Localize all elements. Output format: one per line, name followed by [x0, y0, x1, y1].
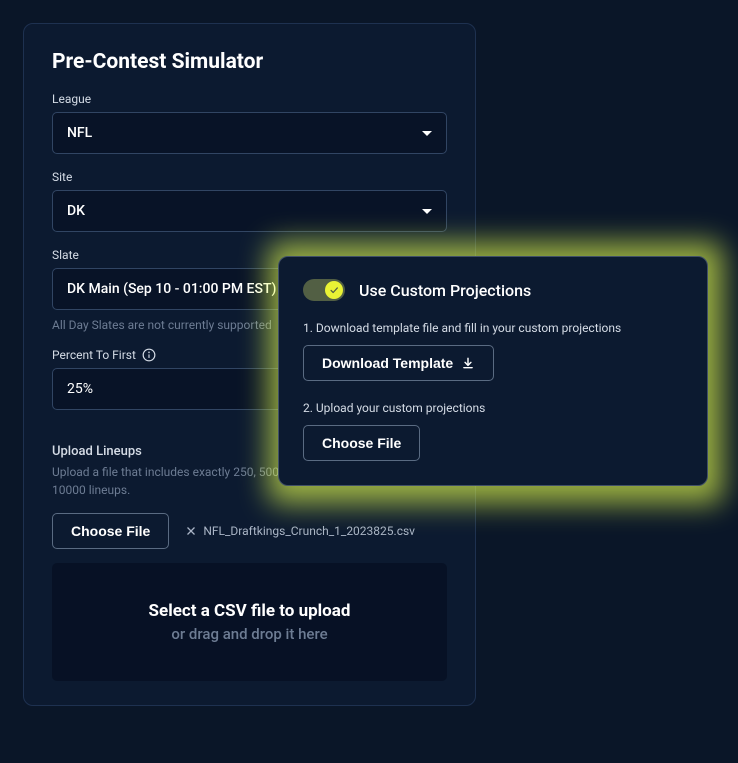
chevron-down-icon: [422, 209, 432, 214]
dropzone-primary-text: Select a CSV file to upload: [149, 601, 351, 621]
league-label: League: [52, 92, 447, 106]
slate-value: DK Main (Sep 10 - 01:00 PM EST): [67, 281, 276, 297]
file-row: Choose File NFL_Draftkings_Crunch_1_2023…: [52, 513, 447, 549]
toggle-knob: [325, 281, 343, 299]
site-field: Site DK: [52, 170, 447, 232]
choose-file-button[interactable]: Choose File: [52, 513, 169, 549]
info-icon[interactable]: [142, 348, 156, 362]
step-2-text: 2. Upload your custom projections: [303, 401, 683, 415]
league-select[interactable]: NFL: [52, 112, 447, 154]
toggle-row: Use Custom Projections: [303, 279, 683, 301]
percent-value: 25%: [67, 381, 93, 397]
league-value: NFL: [67, 125, 92, 141]
page-title: Pre-Contest Simulator: [52, 50, 447, 74]
popover-choose-file-button[interactable]: Choose File: [303, 425, 420, 461]
toggle-label: Use Custom Projections: [359, 281, 531, 300]
download-template-label: Download Template: [322, 355, 453, 371]
choose-file-label: Choose File: [71, 523, 150, 539]
chevron-down-icon: [422, 131, 432, 136]
league-field: League NFL: [52, 92, 447, 154]
dropzone[interactable]: Select a CSV file to upload or drag and …: [52, 563, 447, 681]
popover-choose-file-label: Choose File: [322, 435, 401, 451]
selected-file: NFL_Draftkings_Crunch_1_2023825.csv: [185, 524, 415, 538]
custom-projections-toggle[interactable]: [303, 279, 345, 301]
file-name: NFL_Draftkings_Crunch_1_2023825.csv: [203, 524, 415, 538]
percent-label-text: Percent To First: [52, 348, 136, 362]
dropzone-secondary-text: or drag and drop it here: [171, 625, 327, 643]
site-value: DK: [67, 203, 85, 219]
download-icon: [461, 356, 475, 370]
close-icon[interactable]: [185, 525, 197, 537]
step-1-text: 1. Download template file and fill in yo…: [303, 321, 683, 335]
site-select[interactable]: DK: [52, 190, 447, 232]
custom-projections-popover: Use Custom Projections 1. Download templ…: [278, 256, 708, 486]
download-template-button[interactable]: Download Template: [303, 345, 494, 381]
site-label: Site: [52, 170, 447, 184]
